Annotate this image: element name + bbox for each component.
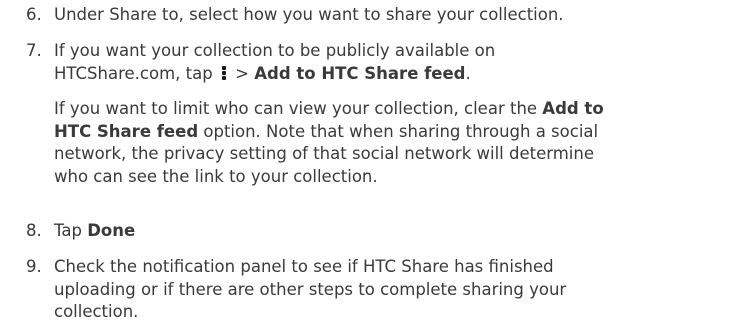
text-line: collection. <box>54 302 139 321</box>
text-fragment: If you want to limit who can view your c… <box>54 99 543 118</box>
option-label-part: HTC Share feed <box>54 121 199 141</box>
step-text: Under Share to, select how you want to s… <box>54 4 734 27</box>
text-line: uploading or if there are other steps to… <box>54 279 567 299</box>
done-label: Done <box>87 221 136 240</box>
step-number: 6. <box>26 5 42 24</box>
text-fragment: Tap <box>54 221 88 240</box>
text-line: If you want to limit who can view your c… <box>54 98 734 121</box>
step-text: Check the notification panel to see if H… <box>54 256 734 324</box>
step-text: If you want your collection to be public… <box>54 40 734 188</box>
text-fragment: option. Note that when sharing through a… <box>198 121 599 141</box>
step-number: 8. <box>26 221 42 240</box>
step-number: 7. <box>26 41 42 60</box>
text-line: Under Share to, select how you want to s… <box>54 5 564 24</box>
step-text: Tap Done <box>54 220 734 243</box>
menu-icon <box>221 65 227 80</box>
text-line: HTCShare.com, tap > Add to HTC Share fee… <box>54 63 734 86</box>
text-fragment: HTCShare.com, tap <box>54 63 213 83</box>
text-line: HTC Share feed option. Note that when sh… <box>54 121 734 144</box>
text-fragment: . <box>465 63 471 83</box>
instruction-steps: 6. Under Share to, select how you want t… <box>0 0 745 326</box>
text-line: who can see the link to your collection. <box>54 166 378 186</box>
add-to-htc-share-feed-label: Add to HTC Share feed <box>254 63 466 83</box>
text-fragment: > <box>229 63 255 83</box>
text-line: network, the privacy setting of that soc… <box>54 144 595 163</box>
option-label-part: Add to <box>542 99 604 118</box>
text-line: Check the notification panel to see if H… <box>54 257 554 276</box>
text-line: If you want your collection to be public… <box>54 41 496 60</box>
text-line: Tap Done <box>54 220 734 243</box>
step-number: 9. <box>26 257 42 276</box>
